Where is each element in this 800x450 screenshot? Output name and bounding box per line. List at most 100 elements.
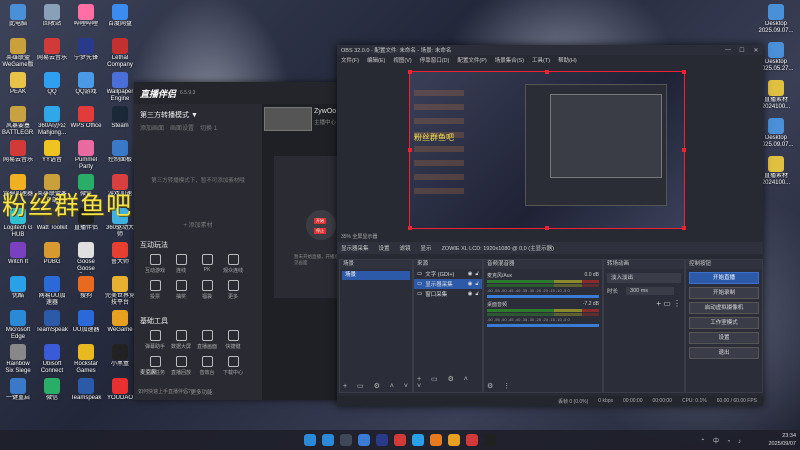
help-link[interactable]: 如何快速上手直播伴侣?: [138, 388, 191, 395]
desktop-shortcut[interactable]: WPS Office: [70, 106, 102, 130]
desktop-shortcut[interactable]: PEAK: [2, 72, 34, 96]
scene-mode-select[interactable]: 第三方转播模式 ▼: [134, 104, 262, 123]
taskbar-app-icon[interactable]: [412, 434, 424, 446]
control-button[interactable]: 退出: [689, 347, 759, 359]
visibility-icon[interactable]: ◉: [468, 291, 473, 297]
desktop-shortcut[interactable]: Rainbow Six Siege: [2, 344, 34, 375]
resize-handle[interactable]: [408, 226, 412, 230]
tool-item[interactable]: 音效台: [194, 356, 220, 376]
taskbar-app-icon[interactable]: [394, 434, 406, 446]
scene-item[interactable]: 场景: [342, 271, 410, 280]
source-item[interactable]: ▭ 文字 (GDI+) ◉ 🔓︎: [414, 269, 482, 279]
menu-item[interactable]: 停靠窗口(D): [420, 56, 450, 64]
taskbar-app-icon[interactable]: [484, 434, 496, 446]
resize-handle[interactable]: [545, 226, 549, 230]
desktop-shortcut[interactable]: TeamSpeak: [36, 310, 68, 334]
source-filters-button[interactable]: 滤镜: [400, 244, 411, 252]
stop-live-button[interactable]: 停止: [314, 228, 326, 234]
control-button[interactable]: 启动虚拟摄像机: [689, 302, 759, 314]
tool-item[interactable]: PK: [194, 254, 220, 274]
tool-item[interactable]: 抽奖: [168, 280, 194, 300]
resize-handle[interactable]: [682, 226, 686, 230]
control-button[interactable]: 设置: [689, 332, 759, 344]
desktop-shortcut[interactable]: 百度网盘: [104, 4, 136, 28]
control-button[interactable]: 工作室模式: [689, 317, 759, 329]
menu-item[interactable]: 编辑(E): [367, 56, 385, 64]
menu-item[interactable]: 工具(T): [532, 56, 550, 64]
desktop-shortcut[interactable]: Ubisoft Connect: [36, 344, 68, 375]
start-live-button[interactable]: 开始: [314, 218, 326, 224]
resize-handle[interactable]: [408, 148, 412, 152]
minimize-icon[interactable]: —: [721, 47, 735, 53]
desktop-shortcut[interactable]: Witch It: [2, 242, 34, 266]
desktop-shortcut[interactable]: UU加速器: [70, 310, 102, 334]
tool-item[interactable]: 互动游戏: [142, 254, 168, 274]
tool-item[interactable]: 弹幕助手: [142, 330, 168, 350]
tool-item[interactable]: 观众连线: [220, 254, 246, 274]
start-icon[interactable]: [304, 434, 316, 446]
transition-add-remove[interactable]: + ▭ ⋮: [607, 299, 681, 308]
close-icon[interactable]: ✕: [749, 47, 763, 54]
desktop-shortcut[interactable]: 网易云音乐: [36, 38, 68, 62]
user-name[interactable]: ZywOo: [314, 108, 336, 115]
desktop-folder[interactable]: Desktop 2025.09.07...: [756, 4, 796, 35]
tool-item[interactable]: 直播画面: [194, 330, 220, 350]
visibility-icon[interactable]: ◉: [468, 281, 473, 287]
desktop-shortcut[interactable]: 宁梦先锋: [70, 38, 102, 62]
filter-item[interactable]: 切换 1: [200, 123, 217, 132]
lock-icon[interactable]: 🔓︎: [475, 291, 479, 298]
desktop-shortcut[interactable]: YY语音: [36, 140, 68, 164]
user-sub[interactable]: 主播中心: [314, 118, 336, 126]
taskbar-app-icon[interactable]: [448, 434, 460, 446]
desktop-shortcut[interactable]: 哔哩哔哩: [70, 4, 102, 28]
lock-icon[interactable]: 🔓︎: [475, 271, 479, 278]
source-item[interactable]: ▭ 显示器采集 ◉ 🔓︎: [414, 279, 482, 289]
desktop-shortcut[interactable]: WeGame: [104, 310, 136, 334]
visibility-icon[interactable]: ◉: [468, 271, 473, 277]
tool-item[interactable]: 更多: [220, 280, 246, 300]
menu-item[interactable]: 文件(F): [341, 56, 359, 64]
desktop-shortcut[interactable]: Rockstar Games: [70, 344, 102, 375]
lock-icon[interactable]: 🔓︎: [475, 281, 479, 288]
resize-handle[interactable]: [682, 70, 686, 74]
desktop-shortcut[interactable]: 小黑盒: [104, 344, 136, 368]
desktop-shortcut[interactable]: 优酷: [2, 276, 34, 300]
display-select[interactable]: ZOWIE XL LCD: 1920x1080 @ 0,0 (主显示器): [442, 244, 763, 252]
tool-item[interactable]: 快捷键: [220, 330, 246, 350]
source-item[interactable]: ▭ 窗口采集 ◉ 🔓︎: [414, 289, 482, 299]
desktop-shortcut[interactable]: Goose Goose Duck: [70, 242, 102, 273]
tool-item[interactable]: 投票: [142, 280, 168, 300]
desktop-shortcut[interactable]: 网易UU加速器: [36, 276, 68, 307]
resize-handle[interactable]: [545, 70, 549, 74]
menu-item[interactable]: 视图(V): [393, 56, 411, 64]
preview-thumbnail[interactable]: [264, 107, 312, 131]
source-dock-controls[interactable]: + ▭ ⚙ ˄ ˅: [417, 375, 482, 390]
taskbar-app-icon[interactable]: [322, 434, 334, 446]
mixer-dock-controls[interactable]: ⚙ ⋮: [487, 382, 514, 390]
desktop-shortcut[interactable]: Wallpaper Engine: [104, 72, 136, 103]
maximize-icon[interactable]: ☐: [735, 47, 749, 54]
zoom-level[interactable]: 35% 全屏显示器: [341, 233, 377, 240]
source-settings-button[interactable]: 设置: [379, 244, 390, 252]
duration-input[interactable]: 300 ms: [626, 287, 675, 295]
desktop-shortcut[interactable]: Steam: [104, 106, 136, 130]
desktop-shortcut[interactable]: 此电脑: [2, 4, 34, 28]
desktop-shortcut[interactable]: QQ: [36, 72, 68, 96]
desktop-shortcut[interactable]: 搜狗: [70, 276, 102, 300]
tool-item[interactable]: 下载中心: [220, 356, 246, 376]
menu-item[interactable]: 场景集合(S): [495, 56, 524, 64]
desktop-shortcut[interactable]: 微信: [36, 378, 68, 402]
taskbar-app-icon[interactable]: [376, 434, 388, 446]
desktop-shortcut[interactable]: Pummel Party: [70, 140, 102, 171]
menu-item[interactable]: 配置文件(P): [457, 56, 486, 64]
desktop-shortcut[interactable]: 控制面板: [104, 140, 136, 164]
desktop-shortcut[interactable]: Microsoft Edge: [2, 310, 34, 341]
tool-item[interactable]: 福袋: [194, 280, 220, 300]
desktop-shortcut[interactable]: 英雄联盟WeGame版: [2, 38, 34, 69]
taskbar-app-icon[interactable]: [430, 434, 442, 446]
taskbar-app-icon[interactable]: [466, 434, 478, 446]
tool-item[interactable]: 数据大屏: [168, 330, 194, 350]
desktop-shortcut[interactable]: 一键重启: [2, 378, 34, 402]
menu-item[interactable]: 帮助(H): [558, 56, 577, 64]
taskbar-app-icon[interactable]: [358, 434, 370, 446]
